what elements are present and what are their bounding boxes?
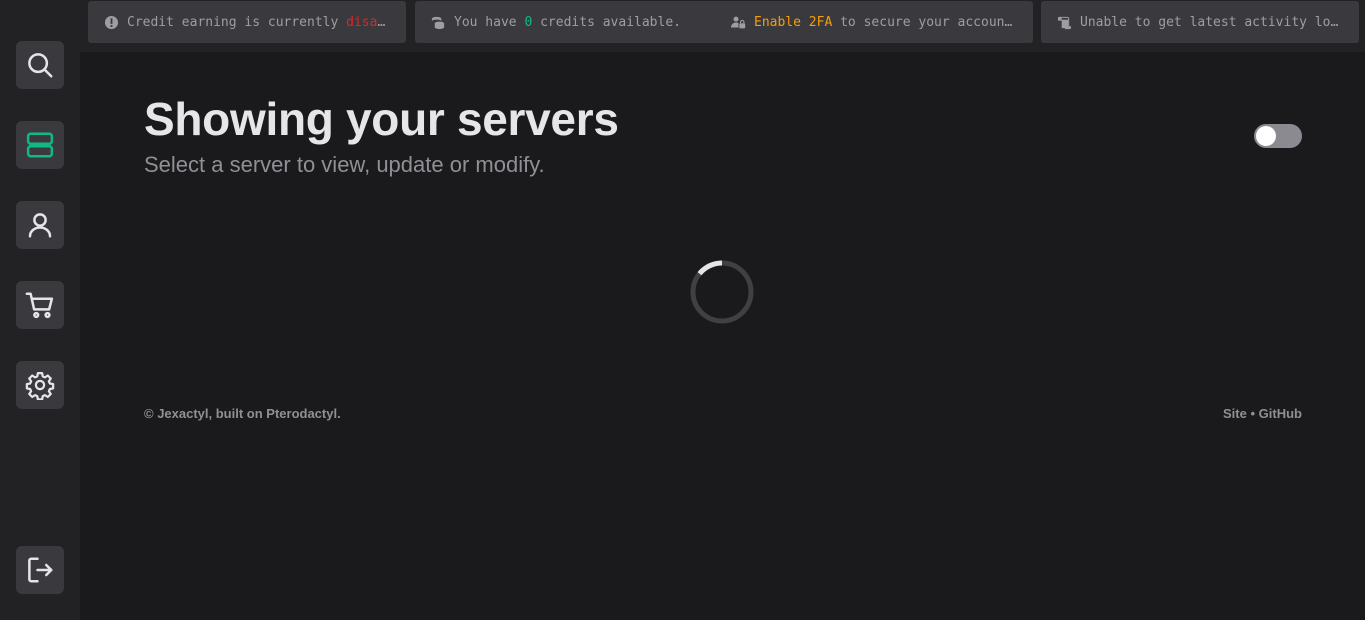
credits-alert-text: You have 0 credits available. bbox=[454, 14, 681, 30]
sidebar-item-search[interactable] bbox=[16, 41, 64, 89]
page-subtitle: Select a server to view, update or modif… bbox=[144, 152, 545, 177]
loading-spinner bbox=[690, 260, 754, 324]
sidebar-item-account[interactable] bbox=[16, 201, 64, 249]
server-icon bbox=[26, 132, 54, 158]
page-title: Showing your servers bbox=[144, 93, 619, 145]
coins-icon bbox=[431, 14, 447, 30]
sidebar bbox=[0, 0, 80, 620]
twofa-alert-text: Enable 2FA to secure your account. bbox=[754, 14, 1017, 30]
activity-logs-alert[interactable]: Unable to get latest activity logs. bbox=[1041, 1, 1359, 43]
show-all-servers-toggle[interactable] bbox=[1254, 124, 1302, 148]
footer-separator: • bbox=[1250, 406, 1256, 421]
user-lock-icon bbox=[731, 14, 747, 30]
sidebar-item-store[interactable] bbox=[16, 281, 64, 329]
sidebar-item-settings[interactable] bbox=[16, 361, 64, 409]
footer-links: Site • GitHub bbox=[1223, 406, 1302, 421]
alert-bar: Credit earning is currently disabled You… bbox=[80, 0, 1365, 52]
site-link[interactable]: Site bbox=[1223, 406, 1247, 421]
exclamation-circle-icon bbox=[104, 14, 120, 30]
toggle-knob bbox=[1256, 126, 1276, 146]
sidebar-item-logout[interactable] bbox=[16, 546, 64, 594]
github-link[interactable]: GitHub bbox=[1259, 406, 1302, 421]
sidebar-item-servers[interactable] bbox=[16, 121, 64, 169]
footer-copyright: © Jexactyl, built on Pterodactyl. bbox=[144, 406, 341, 421]
credits-alert[interactable]: You have 0 credits available. bbox=[415, 1, 733, 43]
activity-logs-alert-text: Unable to get latest activity logs. bbox=[1080, 14, 1343, 30]
search-icon bbox=[28, 53, 53, 78]
credit-earning-alert-text: Credit earning is currently disabled bbox=[127, 14, 390, 30]
twofa-alert[interactable]: Enable 2FA to secure your account. bbox=[715, 1, 1033, 43]
cart-icon bbox=[25, 292, 54, 319]
logout-icon bbox=[28, 557, 53, 583]
gear-icon bbox=[25, 372, 55, 400]
scroll-icon bbox=[1057, 14, 1073, 30]
user-icon bbox=[28, 213, 52, 238]
credit-earning-alert[interactable]: Credit earning is currently disabled bbox=[88, 1, 406, 43]
